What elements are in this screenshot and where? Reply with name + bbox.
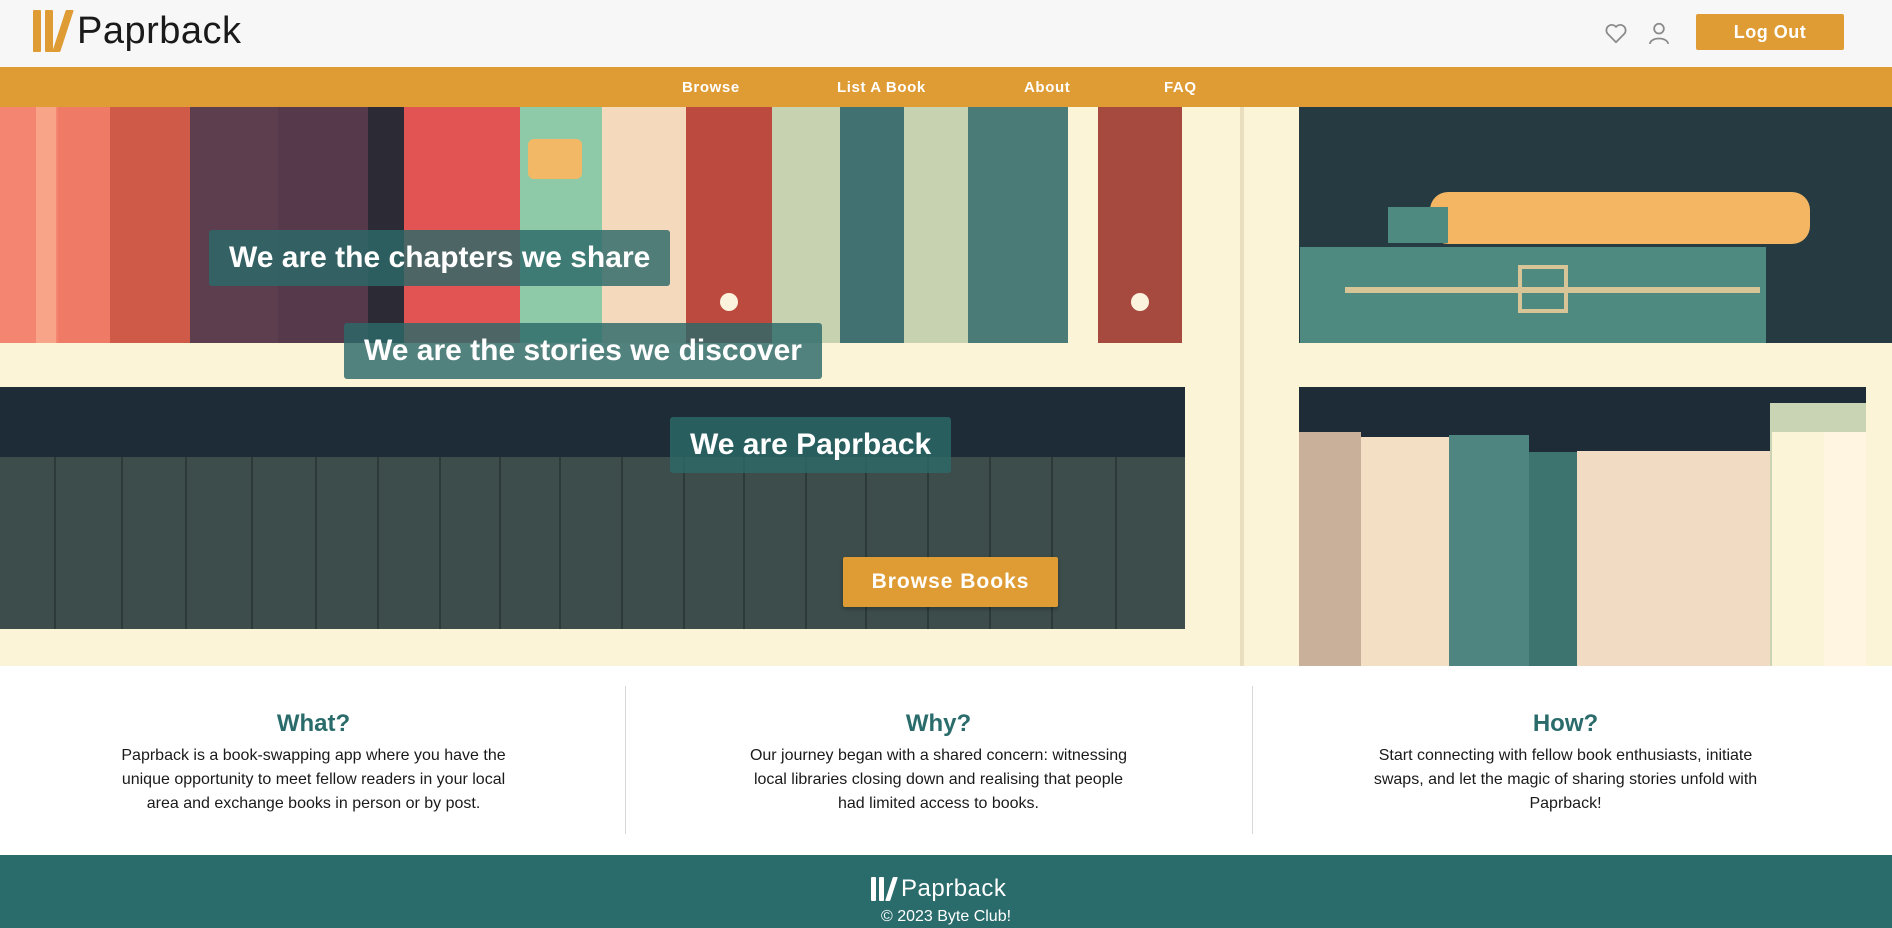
info-what: What? Paprback is a book-swapping app wh… <box>0 666 627 855</box>
nav-faq[interactable]: FAQ <box>1164 79 1197 96</box>
browse-books-button[interactable]: Browse Books <box>843 557 1058 607</box>
nav-browse[interactable]: Browse <box>682 79 740 96</box>
info-how: How? Start connecting with fellow book e… <box>1252 666 1879 855</box>
info-why-title: Why? <box>905 710 972 737</box>
nav-list-a-book[interactable]: List A Book <box>837 79 926 96</box>
info-why-text: Our journey began with a shared concern:… <box>749 747 1128 812</box>
footer-logo-text: Paprback <box>901 875 1007 902</box>
info-what-text: Paprback is a book-swapping app where yo… <box>121 747 506 812</box>
hero-tagline-chapters: We are the chapters we share <box>209 230 671 286</box>
top-header: Paprback Log Out <box>0 0 1892 67</box>
site-logo[interactable]: Paprback <box>33 10 242 52</box>
hero-tagline-paprback: We are Paprback <box>670 417 952 473</box>
info-what-title: What? <box>276 710 351 737</box>
info-how-text: Start connecting with fellow book enthus… <box>1373 747 1758 812</box>
hero-tagline-stories: We are the stories we discover <box>344 323 822 379</box>
info-why: Why? Our journey began with a shared con… <box>625 666 1252 855</box>
user-icon[interactable] <box>1646 20 1672 46</box>
site-footer: Paprback © 2023 Byte Club! <box>0 855 1892 928</box>
hero-banner: We are the chapters we share We are the … <box>0 107 1892 666</box>
nav-about[interactable]: About <box>1024 79 1070 96</box>
info-section: What? Paprback is a book-swapping app wh… <box>0 666 1892 855</box>
logout-button[interactable]: Log Out <box>1696 14 1844 50</box>
info-how-title: How? <box>1532 710 1599 737</box>
books-logo-icon <box>33 10 74 52</box>
main-nav: Browse List A Book About FAQ <box>0 67 1892 107</box>
footer-logo[interactable]: Paprback <box>871 877 1006 901</box>
copyright-text: © 2023 Byte Club! <box>880 908 1012 925</box>
heart-icon[interactable] <box>1603 20 1629 46</box>
books-logo-icon <box>871 877 898 901</box>
logo-text: Paprback <box>77 10 242 52</box>
